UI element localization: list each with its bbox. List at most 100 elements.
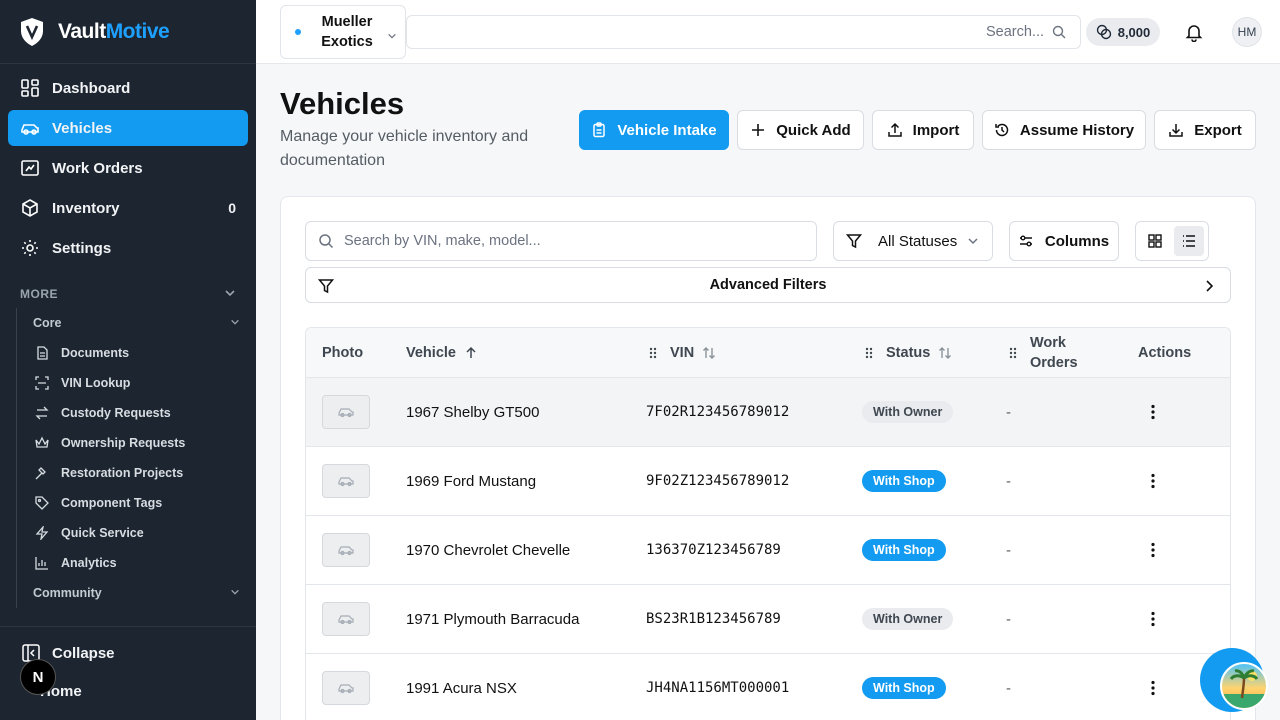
sidebar-item-quick-service[interactable]: Quick Service xyxy=(17,518,256,548)
export-button[interactable]: Export xyxy=(1154,110,1256,150)
vehicle-intake-button[interactable]: Vehicle Intake xyxy=(579,110,729,150)
column-work-orders[interactable]: Work Orders xyxy=(1008,328,1078,378)
credits-badge[interactable]: 8,000 xyxy=(1086,18,1160,46)
sidebar-item-label: Vehicles xyxy=(52,119,113,137)
sidebar-item-label: Ownership Requests xyxy=(61,436,186,450)
sidebar-item-label: Settings xyxy=(52,239,112,257)
more-section-toggle[interactable]: MORE xyxy=(0,280,256,308)
vehicles-table: Photo Vehicle VIN Status Work Orders Acti… xyxy=(305,327,1231,720)
topbar: Mueller Exotics Search... 8,000 HM xyxy=(256,0,1280,64)
assistant-avatar[interactable] xyxy=(1220,662,1268,710)
sidebar-item-analytics[interactable]: Analytics xyxy=(17,548,256,578)
table-row[interactable]: 1970 Chevrolet Chevelle 136370Z123456789… xyxy=(306,516,1230,585)
sidebar-item-label: Analytics xyxy=(61,556,117,570)
car-icon xyxy=(338,684,354,694)
vehicle-name[interactable]: 1991 Acura NSX xyxy=(406,654,517,720)
bolt-icon xyxy=(35,526,49,540)
drag-handle-icon[interactable] xyxy=(864,346,874,360)
vehicle-photo-placeholder[interactable] xyxy=(322,533,370,567)
vehicle-photo-placeholder[interactable] xyxy=(322,602,370,636)
row-actions-cell xyxy=(1144,447,1162,515)
main-nav: Dashboard Vehicles Work Orders Inventory… xyxy=(0,64,256,266)
status-cell: With Shop xyxy=(862,516,946,584)
chevron-down-icon xyxy=(230,586,240,600)
bell-icon[interactable] xyxy=(1184,22,1204,42)
sidebar: VaultMotive Dashboard Vehicles Work Orde… xyxy=(0,0,256,720)
sidebar-item-vehicles[interactable]: Vehicles xyxy=(8,110,248,146)
vehicle-photo-placeholder[interactable] xyxy=(322,395,370,429)
vehicle-name[interactable]: 1969 Ford Mustang xyxy=(406,447,536,515)
column-vehicle[interactable]: Vehicle xyxy=(406,328,478,378)
table-row[interactable]: 1971 Plymouth Barracuda BS23R1B123456789… xyxy=(306,585,1230,654)
sidebar-item-documents[interactable]: Documents xyxy=(17,338,256,368)
column-label: Vehicle xyxy=(406,345,456,361)
more-vertical-icon[interactable] xyxy=(1144,679,1162,697)
filter-icon xyxy=(318,278,334,294)
global-search-input[interactable]: Search... xyxy=(406,15,1081,49)
sidebar-item-settings[interactable]: Settings xyxy=(8,230,248,266)
drag-handle-icon[interactable] xyxy=(648,346,658,360)
sidebar-item-restoration-projects[interactable]: Restoration Projects xyxy=(17,458,256,488)
sidebar-item-label: Dashboard xyxy=(52,79,131,97)
box-icon xyxy=(20,198,40,218)
grid-view-icon[interactable] xyxy=(1140,226,1170,256)
brand[interactable]: VaultMotive xyxy=(0,0,256,64)
next-dev-badge[interactable]: N xyxy=(20,659,56,695)
sidebar-item-vin-lookup[interactable]: VIN Lookup xyxy=(17,368,256,398)
collapse-label: Collapse xyxy=(52,644,115,662)
sidebar-item-label: Work Orders xyxy=(52,159,143,177)
status-filter-select[interactable]: All Statuses xyxy=(833,221,993,261)
vin-value: BS23R1B123456789 xyxy=(646,611,781,627)
advanced-filters-toggle[interactable]: Advanced Filters xyxy=(305,267,1231,303)
column-actions: Actions xyxy=(1138,345,1192,361)
columns-button[interactable]: Columns xyxy=(1009,221,1119,261)
vehicle-photo-placeholder[interactable] xyxy=(322,671,370,705)
vehicle-search-input[interactable]: Search by VIN, make, model... xyxy=(305,221,817,261)
car-icon xyxy=(338,477,354,487)
table-row[interactable]: 1991 Acura NSX JH4NA1156MT000001 With Sh… xyxy=(306,654,1230,720)
sidebar-item-inventory[interactable]: Inventory 0 xyxy=(8,190,248,226)
more-vertical-icon[interactable] xyxy=(1144,472,1162,490)
sidebar-item-home[interactable]: Home N xyxy=(0,659,256,709)
sidebar-item-work-orders[interactable]: Work Orders xyxy=(8,150,248,186)
drag-handle-icon[interactable] xyxy=(1008,346,1018,360)
status-cell: With Owner xyxy=(862,585,954,653)
more-label: MORE xyxy=(20,287,58,301)
document-icon xyxy=(35,346,49,360)
sidebar-item-custody-requests[interactable]: Custody Requests xyxy=(17,398,256,428)
quick-add-button[interactable]: Quick Add xyxy=(737,110,864,150)
gear-icon xyxy=(20,238,40,258)
list-view-icon[interactable] xyxy=(1174,226,1204,256)
inventory-count: 0 xyxy=(228,200,236,216)
column-status[interactable]: Status xyxy=(864,328,952,378)
photo-cell xyxy=(322,447,370,515)
vehicle-name[interactable]: 1970 Chevrolet Chevelle xyxy=(406,516,570,584)
assume-history-button[interactable]: Assume History xyxy=(982,110,1146,150)
table-row[interactable]: 1967 Shelby GT500 7F02R123456789012 With… xyxy=(306,378,1230,447)
upload-icon xyxy=(887,122,903,138)
vin-value: 9F02Z123456789012 xyxy=(646,473,790,489)
more-vertical-icon[interactable] xyxy=(1144,403,1162,421)
vehicle-name[interactable]: 1971 Plymouth Barracuda xyxy=(406,585,579,653)
row-actions-cell xyxy=(1144,378,1162,446)
avatar[interactable]: HM xyxy=(1232,17,1262,47)
more-vertical-icon[interactable] xyxy=(1144,541,1162,559)
sidebar-item-ownership-requests[interactable]: Ownership Requests xyxy=(17,428,256,458)
button-label: Vehicle Intake xyxy=(617,121,717,139)
page-title: Vehicles xyxy=(280,86,405,121)
vehicle-name[interactable]: 1967 Shelby GT500 xyxy=(406,378,539,446)
sidebar-footer: Collapse Home N xyxy=(0,626,256,720)
table-row[interactable]: 1969 Ford Mustang 9F02Z123456789012 With… xyxy=(306,447,1230,516)
chart-icon xyxy=(35,556,49,570)
sidebar-item-component-tags[interactable]: Component Tags xyxy=(17,488,256,518)
import-button[interactable]: Import xyxy=(872,110,974,150)
org-switcher[interactable]: Mueller Exotics xyxy=(280,5,406,59)
vin-value: 7F02R123456789012 xyxy=(646,404,790,420)
vehicle-photo-placeholder[interactable] xyxy=(322,464,370,498)
community-group-toggle[interactable]: Community xyxy=(17,578,256,608)
more-vertical-icon[interactable] xyxy=(1144,610,1162,628)
column-vin[interactable]: VIN xyxy=(648,328,716,378)
table-body: 1967 Shelby GT500 7F02R123456789012 With… xyxy=(306,378,1230,720)
sidebar-item-dashboard[interactable]: Dashboard xyxy=(8,70,248,106)
core-group-toggle[interactable]: Core xyxy=(17,308,256,338)
